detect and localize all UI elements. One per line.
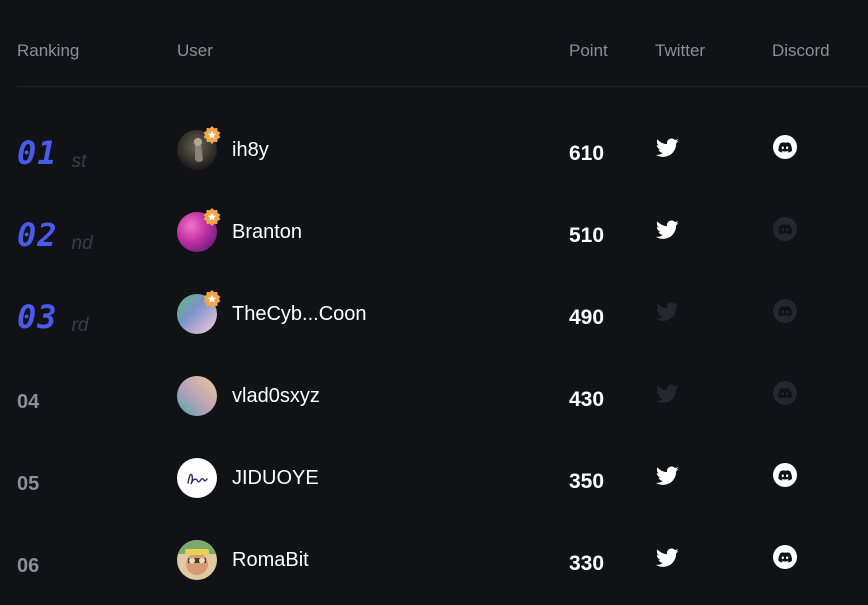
table-row[interactable]: 01 st ih8y 610 [0, 109, 868, 191]
avatar[interactable] [177, 290, 221, 334]
rank-number: 04 [17, 390, 40, 413]
avatar[interactable] [177, 126, 221, 170]
twitter-icon[interactable] [655, 302, 679, 322]
username[interactable]: vlad0sxyz [232, 355, 320, 437]
rank-suffix: st [71, 151, 87, 172]
points-value: 350 [569, 470, 605, 493]
rank-suffix: rd [71, 315, 89, 336]
points-value: 330 [569, 552, 605, 575]
twitter-icon[interactable] [655, 138, 679, 158]
rank-cell: 06 [17, 519, 39, 601]
rank-cell: 03 rd [17, 273, 88, 355]
username[interactable]: TheCyb...Coon [232, 273, 367, 355]
avatar[interactable] [177, 208, 221, 252]
header-user: User [177, 41, 213, 60]
table-row[interactable]: 05 JIDUOYE 350 [0, 437, 868, 519]
points-value: 490 [569, 306, 605, 329]
avatar[interactable] [177, 540, 217, 580]
verified-badge-icon [202, 207, 222, 227]
header-twitter: Twitter [655, 41, 706, 60]
avatar[interactable] [177, 458, 217, 498]
discord-icon[interactable] [773, 545, 797, 569]
username[interactable]: Branton [232, 191, 302, 273]
discord-icon[interactable] [773, 299, 797, 323]
rank-number: 05 [17, 472, 40, 495]
username[interactable]: JIDUOYE [232, 437, 319, 519]
discord-icon[interactable] [773, 381, 797, 405]
twitter-icon[interactable] [655, 548, 679, 568]
points-value: 510 [569, 224, 605, 247]
discord-icon[interactable] [773, 135, 797, 159]
photo-avatar-icon [177, 540, 217, 580]
header-divider [17, 86, 868, 87]
points-value: 610 [569, 142, 605, 165]
rank-number: 01 [17, 134, 58, 172]
username[interactable]: RomaBit [232, 519, 309, 601]
verified-badge-icon [202, 125, 222, 145]
header-ranking: Ranking [17, 41, 80, 60]
rank-cell: 05 [17, 437, 39, 519]
twitter-icon[interactable] [655, 466, 679, 486]
avatar[interactable] [177, 376, 217, 416]
rank-suffix: nd [71, 233, 93, 254]
table-row[interactable]: 06 RomaBit 330 [0, 519, 868, 601]
twitter-icon[interactable] [655, 220, 679, 240]
table-row[interactable]: 02 nd Branton 510 [0, 191, 868, 273]
discord-icon[interactable] [773, 463, 797, 487]
table-row[interactable]: 03 rd TheCyb...Coon 490 [0, 273, 868, 355]
twitter-icon[interactable] [655, 384, 679, 404]
header-point: Point [569, 41, 608, 60]
table-header: Ranking User Point Twitter Discord [0, 0, 868, 86]
username[interactable]: ih8y [232, 109, 269, 191]
gradient-avatar-icon [177, 376, 217, 416]
rank-cell: 01 st [17, 109, 86, 191]
table-row[interactable]: 04 vlad0sxyz 430 [0, 355, 868, 437]
rank-cell: 02 nd [17, 191, 93, 273]
points-value: 430 [569, 388, 605, 411]
signature-avatar-icon [177, 458, 217, 498]
rank-number: 03 [17, 298, 58, 336]
rank-number: 02 [17, 216, 58, 254]
rank-cell: 04 [17, 355, 39, 437]
verified-badge-icon [202, 289, 222, 309]
header-discord: Discord [772, 41, 830, 60]
rank-number: 06 [17, 554, 40, 577]
discord-icon[interactable] [773, 217, 797, 241]
